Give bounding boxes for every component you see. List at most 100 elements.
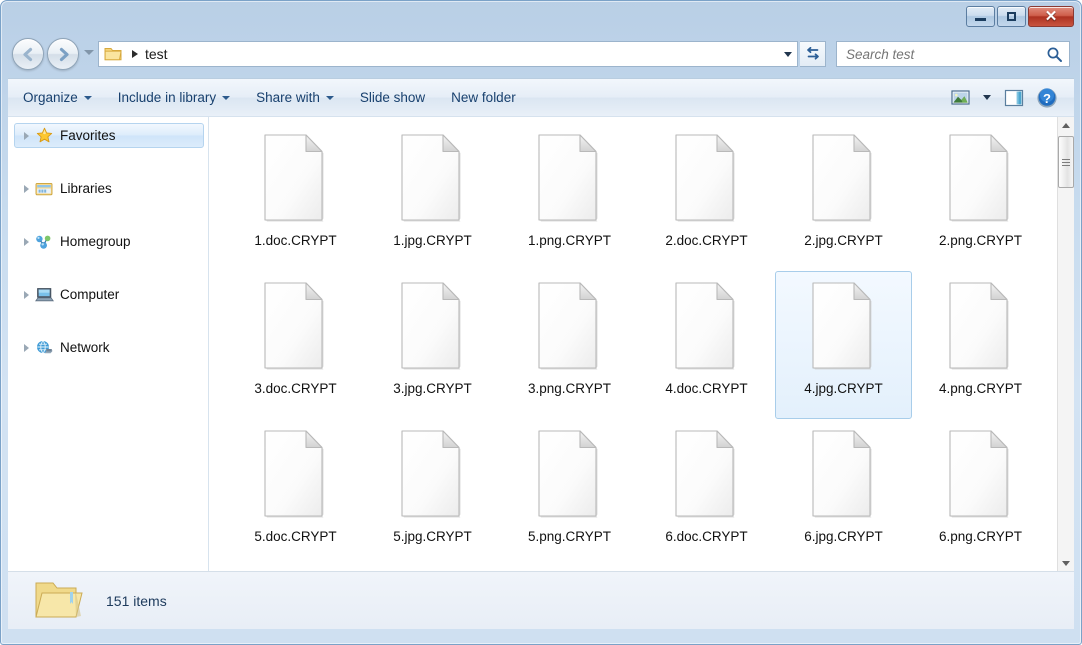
sidebar-item-libraries[interactable]: Libraries	[14, 176, 204, 201]
expand-arrow-icon[interactable]	[19, 343, 34, 352]
vertical-scrollbar[interactable]	[1057, 117, 1074, 571]
sidebar-item-label: Favorites	[60, 128, 116, 143]
address-bar[interactable]: test	[98, 41, 798, 67]
minimize-icon	[975, 18, 986, 21]
address-dropdown-button[interactable]	[779, 42, 797, 66]
chevron-down-icon	[83, 95, 92, 100]
file-name-label: 3.png.CRYPT	[527, 381, 612, 396]
file-item[interactable]: 6.png.CRYPT	[912, 419, 1049, 567]
breadcrumb-item-test[interactable]: test	[145, 46, 168, 62]
search-input[interactable]	[846, 46, 1046, 62]
change-view-dropdown-button[interactable]	[978, 85, 996, 111]
file-name-label: 5.doc.CRYPT	[254, 529, 337, 544]
sidebar-item-network[interactable]: Network	[14, 335, 204, 360]
network-icon	[34, 339, 54, 357]
sidebar-item-label: Network	[60, 340, 110, 355]
content-area: Favorites Libraries Homegroup Computer N…	[8, 116, 1074, 571]
crypt-file-icon	[397, 280, 469, 374]
scroll-up-button[interactable]	[1058, 117, 1074, 134]
file-name-label: 2.jpg.CRYPT	[804, 233, 883, 248]
search-icon[interactable]	[1046, 46, 1063, 63]
sidebar-item-computer[interactable]: Computer	[14, 282, 204, 307]
file-item[interactable]: 5.png.CRYPT	[501, 419, 638, 567]
file-item[interactable]: 6.jpg.CRYPT	[775, 419, 912, 567]
crypt-file-icon	[948, 430, 1008, 518]
file-item[interactable]: 2.png.CRYPT	[912, 123, 1049, 271]
file-item[interactable]: 6.doc.CRYPT	[638, 419, 775, 567]
file-item[interactable]: 4.jpg.CRYPT	[775, 271, 912, 419]
file-item[interactable]: 1.doc.CRYPT	[227, 123, 364, 271]
expand-arrow-icon[interactable]	[19, 184, 34, 193]
crypt-file-icon	[945, 428, 1017, 522]
toolbar-new-folder-button[interactable]: New folder	[440, 85, 527, 111]
close-icon: ✕	[1044, 8, 1058, 25]
preview-pane-button[interactable]	[999, 85, 1029, 111]
crypt-file-icon	[811, 282, 871, 370]
folder-icon	[30, 578, 94, 624]
close-button[interactable]: ✕	[1028, 6, 1074, 27]
file-item[interactable]: 2.jpg.CRYPT	[775, 123, 912, 271]
file-item[interactable]: 5.jpg.CRYPT	[364, 419, 501, 567]
file-item[interactable]: 3.jpg.CRYPT	[364, 271, 501, 419]
scroll-thumb[interactable]	[1058, 136, 1074, 188]
crypt-file-icon	[397, 132, 469, 226]
expand-arrow-icon[interactable]	[19, 131, 34, 140]
crypt-file-icon	[671, 428, 743, 522]
folder-icon	[104, 48, 122, 61]
file-item[interactable]: 3.png.CRYPT	[501, 271, 638, 419]
toolbar-include-in-library-button[interactable]: Include in library	[107, 85, 241, 111]
crypt-file-icon	[397, 428, 469, 522]
toolbar-organize-button[interactable]: Organize	[12, 85, 103, 111]
computer-icon	[34, 286, 54, 304]
maximize-button[interactable]	[997, 6, 1026, 27]
sidebar-item-favorites[interactable]: Favorites	[14, 123, 204, 148]
svg-text:?: ?	[1043, 91, 1051, 106]
file-item[interactable]: 1.png.CRYPT	[501, 123, 638, 271]
file-item[interactable]: 3.doc.CRYPT	[227, 271, 364, 419]
file-item[interactable]: 2.doc.CRYPT	[638, 123, 775, 271]
toolbar-share-with-button[interactable]: Share with	[245, 85, 345, 111]
file-item[interactable]: 5.doc.CRYPT	[227, 419, 364, 567]
sidebar-item-label: Libraries	[60, 181, 112, 196]
scroll-down-arrow-icon	[1062, 561, 1070, 566]
history-dropdown-icon[interactable]	[84, 50, 94, 55]
file-list-pane[interactable]: 1.doc.CRYPT 1.jpg.CRYPT 1.png.CRYPT 2.doc.C…	[209, 117, 1074, 571]
help-icon: ?	[1037, 87, 1057, 108]
file-name-label: 2.png.CRYPT	[938, 233, 1023, 248]
crypt-file-icon	[534, 132, 606, 226]
scroll-down-button[interactable]	[1058, 555, 1074, 571]
file-item[interactable]: 4.doc.CRYPT	[638, 271, 775, 419]
breadcrumb-separator-icon	[132, 50, 138, 58]
file-item[interactable]: 4.png.CRYPT	[912, 271, 1049, 419]
crypt-file-icon	[808, 132, 880, 226]
toolbar-slide-show-button[interactable]: Slide show	[349, 85, 436, 111]
crypt-file-icon	[400, 134, 460, 222]
breadcrumb[interactable]: test	[104, 42, 779, 66]
refresh-button[interactable]	[800, 41, 826, 67]
search-box[interactable]	[836, 41, 1070, 67]
file-name-label: 1.doc.CRYPT	[254, 233, 337, 248]
expand-arrow-icon[interactable]	[19, 237, 34, 246]
crypt-file-icon	[534, 428, 606, 522]
minimize-button[interactable]	[966, 6, 995, 27]
crypt-file-icon	[948, 282, 1008, 370]
chevron-down-icon	[784, 51, 792, 57]
crypt-file-icon	[811, 134, 871, 222]
crypt-file-icon	[263, 430, 323, 518]
homegroup-icon	[34, 233, 54, 251]
file-name-label: 1.png.CRYPT	[527, 233, 612, 248]
back-button[interactable]	[12, 38, 44, 70]
sidebar-item-homegroup[interactable]: Homegroup	[14, 229, 204, 254]
crypt-file-icon	[671, 280, 743, 374]
change-view-button[interactable]	[945, 85, 975, 111]
scroll-grip-icon	[1062, 157, 1070, 168]
toolbar-item-label: New folder	[451, 90, 516, 105]
file-item[interactable]: 1.jpg.CRYPT	[364, 123, 501, 271]
file-name-label: 4.png.CRYPT	[938, 381, 1023, 396]
help-button[interactable]: ?	[1032, 85, 1062, 111]
crypt-file-icon	[263, 134, 323, 222]
forward-button[interactable]	[47, 38, 79, 70]
expand-arrow-icon[interactable]	[19, 290, 34, 299]
crypt-file-icon	[674, 282, 734, 370]
